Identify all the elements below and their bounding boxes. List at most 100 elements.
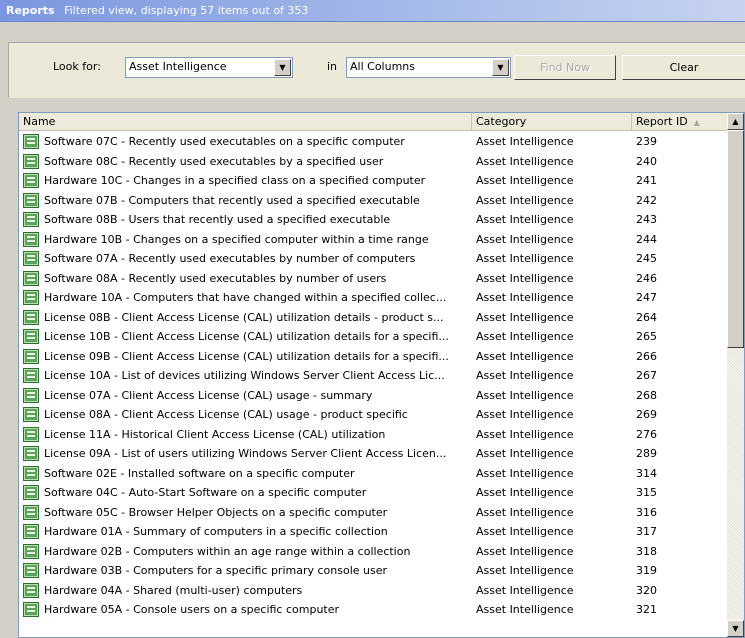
report-icon xyxy=(23,524,39,539)
report-id: 247 xyxy=(636,291,657,304)
report-id: 316 xyxy=(636,505,657,519)
in-column-select[interactable]: All Columns ▼ xyxy=(346,57,511,78)
report-rows: Software 07C - Recently used executables… xyxy=(19,132,728,620)
in-label: in xyxy=(327,60,338,73)
report-category: Asset Intelligence xyxy=(476,349,574,363)
search-panel: Look for: Asset Intelligence ▼ in All Co… xyxy=(8,42,745,98)
report-name: Software 08A - Recently used executables… xyxy=(44,271,387,285)
report-id: 242 xyxy=(636,193,657,207)
list-header: Name Category Report ID ▲ xyxy=(19,113,728,131)
report-icon xyxy=(23,192,39,208)
table-row[interactable]: Hardware 02B - Computers within an age r… xyxy=(19,542,728,562)
table-row[interactable]: Hardware 10B - Changes on a specified co… xyxy=(19,230,728,250)
report-name-cell: Hardware 04A - Shared (multi-user) compu… xyxy=(23,581,471,600)
table-row[interactable]: License 11A - Historical Client Access L… xyxy=(19,425,728,445)
report-name: Software 02E - Installed software on a s… xyxy=(44,466,355,480)
report-name-cell: Software 07A - Recently used executables… xyxy=(23,249,471,268)
page-title: Reports xyxy=(6,4,55,17)
report-name-cell: Hardware 10C - Changes in a specified cl… xyxy=(23,171,471,190)
report-icon xyxy=(23,504,39,520)
table-row[interactable]: Hardware 03B - Computers for a specific … xyxy=(19,561,728,581)
column-header-category[interactable]: Category xyxy=(472,113,632,131)
report-name-cell: Software 08C - Recently used executables… xyxy=(23,152,471,171)
report-name: Software 08C - Recently used executables… xyxy=(44,154,384,168)
report-category: Asset Intelligence xyxy=(476,486,574,499)
table-row[interactable]: Software 08B - Users that recently used … xyxy=(19,210,728,230)
table-row[interactable]: Software 07B - Computers that recently u… xyxy=(19,191,728,211)
table-row[interactable]: License 09A - List of users utilizing Wi… xyxy=(19,444,728,464)
report-id: 314 xyxy=(636,466,657,480)
report-name-cell: License 10B - Client Access License (CAL… xyxy=(23,327,471,346)
in-column-value: All Columns xyxy=(350,60,415,73)
report-name: Software 07C - Recently used executables… xyxy=(44,135,405,148)
table-row[interactable]: License 08B - Client Access License (CAL… xyxy=(19,308,728,328)
table-row[interactable]: Software 07C - Recently used executables… xyxy=(19,132,728,152)
report-id: 243 xyxy=(636,213,657,226)
report-category: Asset Intelligence xyxy=(476,291,574,304)
clear-button[interactable]: Clear xyxy=(622,55,745,80)
report-name: License 09B - Client Access License (CAL… xyxy=(44,349,449,363)
report-category: Asset Intelligence xyxy=(476,447,574,460)
table-row[interactable]: Hardware 01A - Summary of computers in a… xyxy=(19,522,728,542)
column-header-report-id[interactable]: Report ID ▲ xyxy=(632,113,728,131)
table-row[interactable]: Software 05C - Browser Helper Objects on… xyxy=(19,503,728,523)
column-header-name[interactable]: Name xyxy=(19,113,472,131)
table-row[interactable]: Software 04C - Auto-Start Software on a … xyxy=(19,483,728,503)
report-id: 266 xyxy=(636,349,657,363)
report-name-cell: License 10A - List of devices utilizing … xyxy=(23,366,471,385)
report-icon xyxy=(23,251,39,266)
table-row[interactable]: Hardware 10C - Changes in a specified cl… xyxy=(19,171,728,191)
table-row[interactable]: License 10B - Client Access License (CAL… xyxy=(19,327,728,347)
table-row[interactable]: Software 07A - Recently used executables… xyxy=(19,249,728,269)
report-name: License 07A - Client Access License (CAL… xyxy=(44,388,373,402)
report-icon xyxy=(23,387,39,403)
chevron-down-icon[interactable]: ▼ xyxy=(492,59,509,76)
chevron-down-icon[interactable]: ▼ xyxy=(274,59,291,76)
table-row[interactable]: License 07A - Client Access License (CAL… xyxy=(19,386,728,406)
table-row[interactable]: Software 08C - Recently used executables… xyxy=(19,152,728,172)
table-row[interactable]: Hardware 04A - Shared (multi-user) compu… xyxy=(19,581,728,601)
report-name: Software 07A - Recently used executables… xyxy=(44,252,416,265)
scroll-down-button[interactable]: ▼ xyxy=(727,620,744,637)
table-row[interactable]: Software 02E - Installed software on a s… xyxy=(19,464,728,484)
report-category: Asset Intelligence xyxy=(476,232,574,246)
report-category: Asset Intelligence xyxy=(476,174,574,187)
scroll-thumb[interactable] xyxy=(727,130,744,348)
table-row[interactable]: Hardware 05A - Console users on a specif… xyxy=(19,600,728,620)
table-row[interactable]: License 10A - List of devices utilizing … xyxy=(19,366,728,386)
report-name: License 10B - Client Access License (CAL… xyxy=(44,330,449,343)
report-name: License 08B - Client Access License (CAL… xyxy=(44,310,444,324)
vertical-scrollbar[interactable]: ▲ ▼ xyxy=(727,113,744,637)
scroll-up-button[interactable]: ▲ xyxy=(727,113,744,130)
find-now-button[interactable]: Find Now xyxy=(514,55,616,80)
report-id: 267 xyxy=(636,369,657,382)
report-name-cell: Hardware 01A - Summary of computers in a… xyxy=(23,522,471,541)
report-icon xyxy=(23,368,39,383)
table-row[interactable]: Hardware 10A - Computers that have chang… xyxy=(19,288,728,308)
report-id: 315 xyxy=(636,486,657,499)
report-id: 241 xyxy=(636,174,657,187)
report-name-cell: Software 07C - Recently used executables… xyxy=(23,132,471,151)
report-name: License 11A - Historical Client Access L… xyxy=(44,427,386,441)
report-name: License 10A - List of devices utilizing … xyxy=(44,369,445,382)
filter-status-text: Filtered view, displaying 57 items out o… xyxy=(64,4,309,17)
look-for-combobox[interactable]: Asset Intelligence ▼ xyxy=(125,57,293,78)
report-category: Asset Intelligence xyxy=(476,564,574,577)
report-id: 289 xyxy=(636,447,657,460)
report-category: Asset Intelligence xyxy=(476,583,574,597)
table-row[interactable]: License 08A - Client Access License (CAL… xyxy=(19,405,728,425)
report-name: License 09A - List of users utilizing Wi… xyxy=(44,447,447,460)
report-name-cell: Hardware 05A - Console users on a specif… xyxy=(23,600,471,619)
report-category: Asset Intelligence xyxy=(476,271,574,285)
report-name: Hardware 01A - Summary of computers in a… xyxy=(44,525,388,538)
report-name-cell: License 07A - Client Access License (CAL… xyxy=(23,386,471,405)
table-row[interactable]: Software 08A - Recently used executables… xyxy=(19,269,728,289)
sort-ascending-icon: ▲ xyxy=(693,118,700,127)
report-icon xyxy=(23,153,39,169)
report-name-cell: Hardware 02B - Computers within an age r… xyxy=(23,542,471,561)
table-row[interactable]: License 09B - Client Access License (CAL… xyxy=(19,347,728,367)
report-icon xyxy=(23,543,39,559)
report-icon xyxy=(23,270,39,286)
report-name: Software 05C - Browser Helper Objects on… xyxy=(44,505,388,519)
report-category: Asset Intelligence xyxy=(476,427,574,441)
